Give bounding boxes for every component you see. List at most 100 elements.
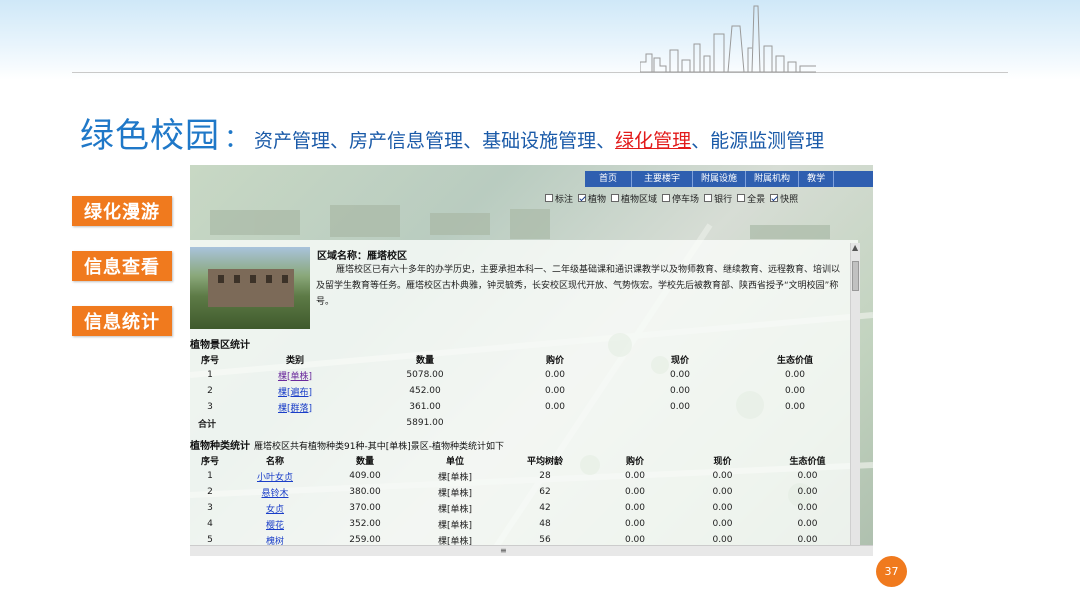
info-view-button[interactable]: 信息查看 (72, 251, 172, 281)
layer-snapshot-toggle[interactable]: 快照 (770, 192, 798, 205)
layer-label-toggle[interactable]: 标注 (545, 192, 573, 205)
checkbox-checked-icon[interactable] (578, 194, 587, 202)
region-description: 雁塔校区已有六十多年的办学历史，主要承担本科一、二年级基础课和通识课教学以及物师… (316, 265, 841, 307)
checkbox-icon[interactable] (737, 194, 746, 202)
species-link[interactable]: 女贞 (230, 500, 320, 516)
cell: 452.00 (409, 386, 441, 396)
total-value: 5891.00 (406, 418, 444, 428)
scroll-up-icon[interactable]: ▲ (852, 243, 858, 252)
total-label: 合计 (198, 419, 217, 430)
table-row: 3 女贞 370.00 棵[单株] 42 0.00 0.00 0.00 (190, 500, 850, 516)
title-main: 绿色校园 (80, 116, 220, 156)
cell: 0.00 (624, 487, 646, 497)
horizontal-scrollbar[interactable]: ≡ (190, 545, 873, 556)
cell: 0.00 (624, 503, 646, 513)
title-separator: 、 (330, 130, 350, 152)
species-stats-note: 雁塔校区共有植物种类91种-其中[单株]景区-植物种类统计如下 (254, 442, 504, 452)
cell: 棵[单株] (437, 504, 473, 515)
category-link[interactable]: 棵[遍布] (230, 383, 360, 399)
cell: 409.00 (349, 471, 381, 481)
table-row: 1 小叶女贞 409.00 棵[单株] 28 0.00 0.00 0.00 (190, 468, 850, 484)
nav-home[interactable]: 首页 (585, 171, 633, 187)
campus-photo (190, 247, 310, 329)
greening-tour-button[interactable]: 绿化漫游 (72, 196, 172, 226)
nav-institutions[interactable]: 附属机构 (746, 171, 800, 187)
header-eco-value: 生态价值 (789, 456, 826, 467)
header-category: 类别 (285, 355, 304, 366)
nav-facilities[interactable]: 附属设施 (693, 171, 747, 187)
checkbox-icon[interactable] (545, 194, 553, 202)
slide-title: 绿色校园 ： 资产管理 、 房产信息管理 、 基础设施管理 、 绿化管理 、 能… (80, 108, 824, 156)
scenic-stats-title: 植物景区统计 (190, 340, 250, 351)
title-item-greening-active: 绿化管理 (615, 130, 692, 152)
layer-toggles: 标注 植物 植物区域 停车场 银行 全景 快照 (545, 190, 873, 206)
cell: 0.00 (712, 503, 733, 513)
header-quantity: 数量 (415, 355, 434, 366)
layer-bank-toggle[interactable]: 银行 (704, 192, 732, 205)
cell: 380.00 (349, 487, 381, 497)
header-index: 序号 (200, 456, 219, 467)
cell: 0.00 (669, 402, 691, 412)
cell: 42 (539, 503, 551, 513)
cell: 48 (539, 519, 551, 529)
cell: 0.00 (712, 471, 733, 481)
region-name: 区域名称：雁塔校区 (317, 251, 407, 262)
cell: 361.00 (409, 402, 441, 412)
checkbox-icon[interactable] (704, 194, 713, 202)
layer-parking-toggle[interactable]: 停车场 (662, 192, 699, 205)
info-stats-button[interactable]: 信息统计 (72, 306, 172, 336)
cell: 0.00 (669, 386, 691, 396)
checkbox-icon[interactable] (611, 194, 620, 202)
species-link[interactable]: 樱花 (230, 516, 320, 532)
cell: 0.00 (544, 370, 566, 380)
cell (740, 415, 850, 431)
layer-plant-area-toggle[interactable]: 植物区域 (611, 192, 657, 205)
header-eco-value: 生态价值 (776, 355, 813, 366)
scroll-thumb[interactable] (852, 261, 859, 291)
category-link[interactable]: 棵[群落] (230, 399, 360, 415)
category-link[interactable]: 棵[单株] (230, 367, 360, 383)
cell: 4 (207, 519, 213, 529)
table-row: 1 棵[单株] 5078.00 0.00 0.00 0.00 (190, 367, 850, 383)
table-row: 3 棵[群落] 361.00 0.00 0.00 0.00 (190, 399, 850, 415)
species-link[interactable]: 悬铃木 (230, 484, 320, 500)
cell: 0.00 (544, 386, 566, 396)
species-stats-title: 植物种类统计 雁塔校区共有植物种类91种-其中[单株]景区-植物种类统计如下 (190, 437, 504, 452)
cell: 0.00 (784, 370, 806, 380)
layer-plant-toggle[interactable]: 植物 (578, 192, 606, 205)
cell: 3 (207, 402, 213, 412)
header-divider (72, 72, 1008, 73)
grip-icon: ≡ (500, 546, 507, 555)
header-index: 序号 (200, 355, 219, 366)
cell: 1 (207, 471, 213, 481)
app-nav-bar: 首页 主要楼宇 附属设施 附属机构 教学 (585, 171, 873, 187)
cell (230, 415, 360, 431)
species-link[interactable]: 小叶女贞 (230, 468, 320, 484)
table-row: 2 棵[遍布] 452.00 0.00 0.00 0.00 (190, 383, 850, 399)
checkbox-checked-icon[interactable] (770, 194, 779, 202)
cell: 1 (207, 370, 213, 380)
nav-main-buildings[interactable]: 主要楼宇 (632, 171, 694, 187)
layer-panorama-toggle[interactable]: 全景 (737, 192, 765, 205)
cell: 0.00 (797, 471, 818, 481)
table-header-row: 序号 名称 数量 单位 平均树龄 购价 现价 生态价值 (190, 452, 850, 468)
cell: 棵[单株] (437, 520, 473, 531)
table-row: 2 悬铃木 380.00 棵[单株] 62 0.00 0.00 0.00 (190, 484, 850, 500)
table-header-row: 序号 类别 数量 购价 现价 生态价值 (190, 351, 850, 367)
vertical-scrollbar[interactable]: ▲ (850, 243, 860, 545)
cell: 0.00 (712, 519, 733, 529)
title-separator: 、 (463, 130, 483, 152)
cell: 棵[单株] (437, 472, 473, 483)
page-number-badge: 37 (876, 556, 907, 587)
table-row: 4 樱花 352.00 棵[单株] 48 0.00 0.00 0.00 (190, 516, 850, 532)
species-stats-heading: 植物种类统计 (190, 441, 250, 452)
header-band (0, 0, 1080, 80)
header-current-price: 现价 (713, 456, 732, 467)
header-purchase-price: 购价 (545, 355, 564, 366)
cell: 棵[单株] (437, 488, 473, 499)
cell: 5078.00 (406, 370, 444, 380)
nav-teaching[interactable]: 教学 (799, 171, 835, 187)
city-skyline-icon (640, 5, 816, 73)
checkbox-icon[interactable] (662, 194, 671, 202)
header-purchase-price: 购价 (625, 456, 644, 467)
